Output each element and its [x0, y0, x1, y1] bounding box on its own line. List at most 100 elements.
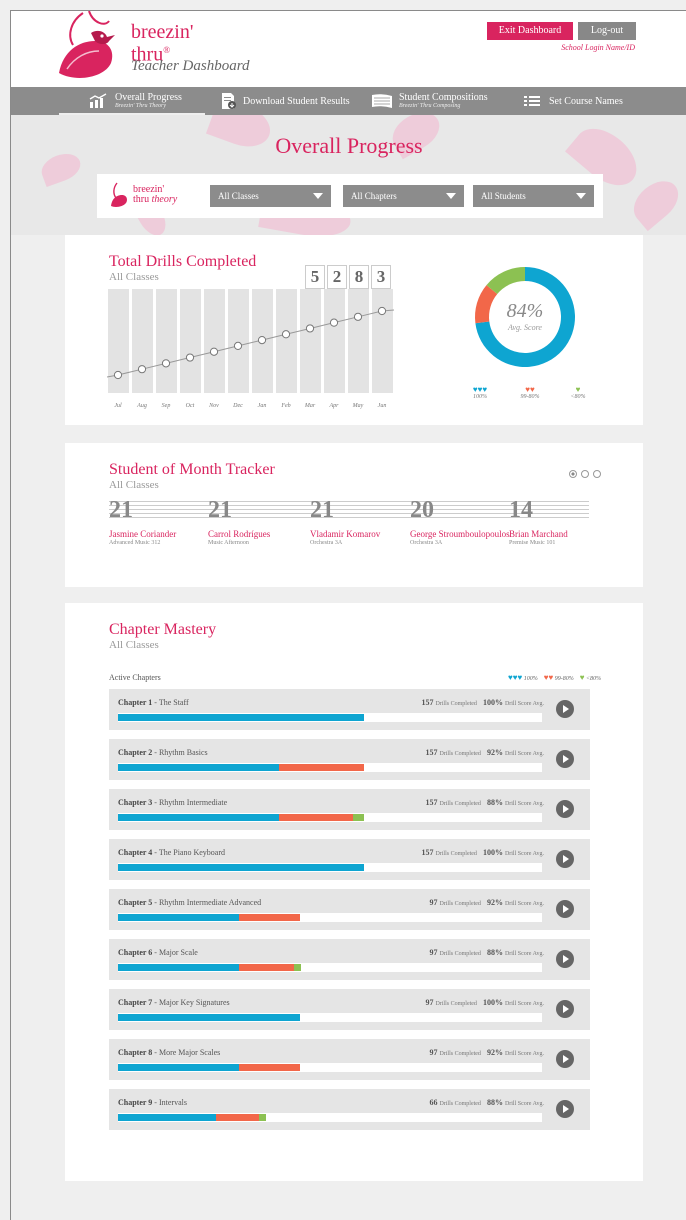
chapter-row[interactable]: Chapter 8 - More Major Scales 97 Drills C…	[109, 1039, 590, 1080]
students-select-value: All Students	[481, 191, 526, 201]
play-icon[interactable]	[556, 1000, 574, 1018]
chapter-row[interactable]: Chapter 9 - Intervals 66 Drills Completed…	[109, 1089, 590, 1130]
student-tracker-card: Student of Month Tracker All Classes 21 …	[65, 443, 643, 587]
chapter-row[interactable]: Chapter 6 - Major Scale 97 Drills Complet…	[109, 939, 590, 980]
total-drills-card: Total Drills Completed All Classes 5 2 8…	[65, 235, 643, 425]
download-doc-icon	[222, 93, 236, 109]
student-name: Carrol Rodrígues	[208, 529, 271, 539]
progress-segment-blue	[118, 1064, 239, 1071]
play-icon[interactable]	[556, 700, 574, 718]
chapter-name: - Intervals	[154, 1098, 187, 1107]
drill-score-label: Drill Score Avg.	[504, 701, 544, 707]
nav-overall-progress[interactable]: Overall Progress Breezin' Thru Theory	[59, 87, 205, 115]
x-tick-label: Oct	[186, 403, 195, 409]
bird-logo-icon	[59, 11, 115, 78]
chevron-down-icon	[576, 193, 586, 199]
avg-score-label: Avg. Score	[507, 323, 542, 332]
drill-score-label: Drill Score Avg.	[504, 801, 544, 807]
progress-segment-blue	[118, 1114, 216, 1121]
student-entry[interactable]: 14 Brian Marchand Premise Music 101	[509, 498, 609, 547]
data-point	[281, 330, 291, 339]
legend-label: <80%	[570, 394, 586, 400]
progress-segment-red	[216, 1114, 259, 1121]
chapter-mastery-card: Chapter Mastery All Classes Active Chapt…	[65, 603, 643, 1181]
student-entry[interactable]: 20 George Stroumboulopoulos Orchestra 3A	[410, 498, 510, 547]
hearts-icon: ♥♥♥	[472, 385, 488, 394]
x-tick-label: Sep	[162, 403, 171, 409]
drills-completed-value: 97	[429, 898, 438, 907]
student-entry[interactable]: 21 Vladamir Komarov Orchestra 3A	[310, 498, 410, 547]
chapter-stats: 97 Drills Completed 100% Drill Score Avg…	[425, 998, 544, 1007]
play-icon[interactable]	[556, 1050, 574, 1068]
counter-digit: 5	[305, 265, 325, 289]
nav-label: Download Student Results	[243, 96, 350, 107]
student-name: Jasmine Coriander	[109, 529, 177, 539]
student-entry[interactable]: 21 Carrol Rodrígues Music Afternoon	[208, 498, 308, 547]
chapter-row[interactable]: Chapter 5 - Rhythm Intermediate Advanced…	[109, 889, 590, 930]
play-icon[interactable]	[556, 1100, 574, 1118]
student-entry[interactable]: 21 Jasmine Coriander Advanced Music 312	[109, 498, 209, 547]
chapter-number: Chapter 1	[118, 698, 153, 707]
chapter-name: - The Piano Keyboard	[154, 848, 226, 857]
month-column	[324, 289, 345, 393]
student-class: Premise Music 101	[509, 540, 556, 546]
chapter-row[interactable]: Chapter 2 - Rhythm Basics 157 Drills Comp…	[109, 739, 590, 780]
nav-sublabel: Breezin' Thru Theory	[115, 103, 167, 109]
carousel-dot[interactable]	[581, 470, 589, 478]
exit-dashboard-button[interactable]: Exit Dashboard	[487, 22, 573, 40]
chapter-row[interactable]: Chapter 7 - Major Key Signatures 97 Drill…	[109, 989, 590, 1030]
progress-segment-blue	[118, 764, 279, 771]
x-tick-label: Jun	[378, 403, 387, 409]
month-column	[228, 289, 249, 393]
legend-label: <80%	[585, 676, 601, 682]
classes-select[interactable]: All Classes	[210, 185, 331, 207]
play-icon[interactable]	[556, 850, 574, 868]
avg-score-donut: 84% Avg. Score	[475, 267, 575, 367]
data-point	[161, 359, 171, 368]
chapters-select[interactable]: All Chapters	[343, 185, 464, 207]
legend-99-80: ♥♥ 99-80%	[515, 385, 545, 400]
play-icon[interactable]	[556, 800, 574, 818]
nav-label: Overall Progress	[115, 92, 182, 103]
x-tick-label: Jan	[258, 403, 267, 409]
drill-score-value: 100%	[482, 698, 503, 707]
play-icon[interactable]	[556, 950, 574, 968]
drills-completed-label: Drills Completed	[435, 701, 477, 707]
counter-digit: 2	[327, 265, 347, 289]
x-tick-label: Apr	[329, 403, 340, 409]
carousel-dot[interactable]	[593, 470, 601, 478]
month-column	[132, 289, 153, 393]
drills-completed-label: Drills Completed	[439, 1101, 481, 1107]
chapter-name: - More Major Scales	[154, 1048, 221, 1057]
carousel-dot[interactable]	[569, 470, 577, 478]
progress-segment-blue	[118, 814, 279, 821]
chapters-select-value: All Chapters	[351, 191, 397, 201]
active-chapters-label: Active Chapters	[109, 673, 161, 682]
students-select[interactable]: All Students	[473, 185, 594, 207]
drill-score-label: Drill Score Avg.	[504, 1051, 544, 1057]
filter-bar: breezin' thru theory All Classes All Cha…	[97, 174, 603, 218]
play-icon[interactable]	[556, 750, 574, 768]
nav-set-course-names[interactable]: Set Course Names	[521, 87, 641, 115]
chapter-number: Chapter 3	[118, 798, 153, 807]
play-icon[interactable]	[556, 900, 574, 918]
progress-segment-blue	[118, 864, 364, 871]
chapter-name: - Major Scale	[154, 948, 198, 957]
chapter-stats: 157 Drills Completed 100% Drill Score Av…	[421, 698, 544, 707]
chapter-row[interactable]: Chapter 1 - The Staff 157 Drills Complete…	[109, 689, 590, 730]
nav-student-compositions[interactable]: Student Compositions Breezin' Thru Compo…	[369, 87, 509, 115]
chapter-row[interactable]: Chapter 4 - The Piano Keyboard 157 Drills…	[109, 839, 590, 880]
nav-download-results[interactable]: Download Student Results	[217, 87, 357, 115]
chapter-number: Chapter 6	[118, 948, 153, 957]
chapter-number: Chapter 7	[118, 998, 153, 1007]
month-column	[276, 289, 297, 393]
drill-score-value: 92%	[486, 898, 503, 907]
hearts-icon: ♥♥♥	[507, 673, 523, 682]
chapter-title: Chapter 1 - The Staff	[118, 698, 189, 707]
drills-title: Total Drills Completed	[109, 253, 257, 270]
school-login-id[interactable]: School Login Name/ID	[561, 43, 635, 52]
logout-button[interactable]: Log-out	[578, 22, 636, 40]
tracker-title: Student of Month Tracker	[109, 461, 275, 478]
chapter-row[interactable]: Chapter 3 - Rhythm Intermediate 157 Drill…	[109, 789, 590, 830]
x-tick-label: Feb	[280, 403, 290, 409]
